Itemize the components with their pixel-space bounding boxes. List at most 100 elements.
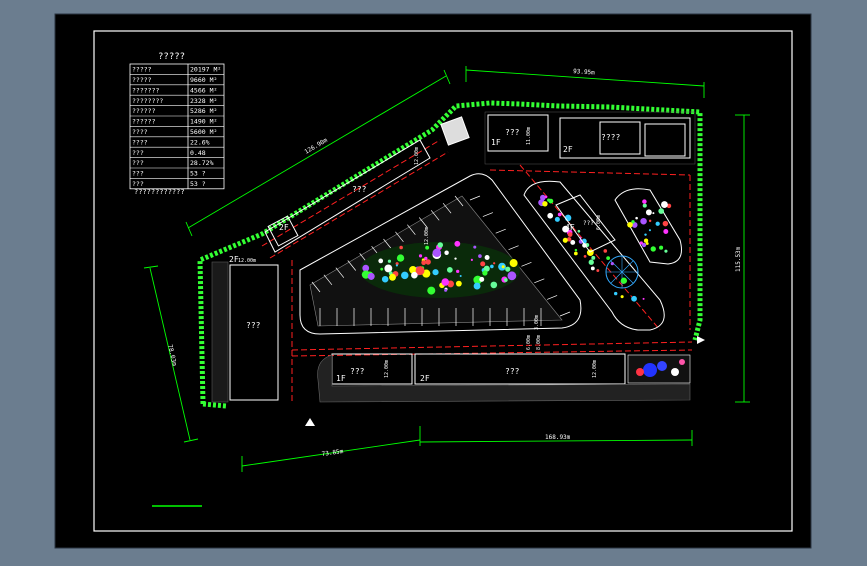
planting-dot <box>507 271 517 281</box>
planting-dot <box>620 277 628 284</box>
label-top2-name: ???? <box>601 133 620 142</box>
planting-dot <box>505 266 511 272</box>
dim-top: 93.95m <box>573 68 595 76</box>
planting-dot <box>644 233 647 236</box>
label-south2-width: 12.00m <box>592 360 598 378</box>
planting-dot <box>473 282 481 290</box>
planting-dot <box>396 254 405 262</box>
planting-dot <box>432 248 442 258</box>
planting-dot <box>389 273 396 281</box>
planting-dot <box>573 251 578 256</box>
planting-dot <box>627 221 633 228</box>
planting-dot <box>661 201 668 209</box>
planting-dot <box>542 201 548 207</box>
planting-dot <box>557 212 562 217</box>
table-cell-label: ??????? <box>132 86 159 94</box>
planting-dot <box>642 199 647 204</box>
planting-dot <box>427 286 436 295</box>
planting-dot <box>444 250 449 255</box>
road-label-1: 6.00m <box>526 335 532 350</box>
planting-dot <box>444 288 448 292</box>
table-cell-value: 5286 M² <box>190 107 217 115</box>
table-title: ????? <box>158 52 185 62</box>
label-south1-floors: 1F <box>336 374 346 383</box>
planting-dot <box>583 255 587 258</box>
label-south1-name: ??? <box>350 367 365 376</box>
label-south2-floors: 2F <box>420 374 430 383</box>
road-label-5: 6.00m <box>596 215 602 230</box>
planting-dot <box>421 260 427 266</box>
planting-dot <box>645 209 652 216</box>
planting-dot <box>367 272 375 280</box>
planting-dot <box>411 271 418 279</box>
planting-dot <box>639 241 643 245</box>
label-top1-name: ??? <box>505 128 520 137</box>
planting-dot <box>659 245 664 250</box>
planting-dot <box>381 275 389 283</box>
label-west-width: 12.00m <box>238 258 256 264</box>
planting-dot <box>441 278 450 286</box>
planting-dot <box>490 281 498 289</box>
table-cell-value: 0.48 <box>190 149 206 157</box>
label-top1-width: 11.00m <box>526 127 532 145</box>
planting-dot <box>384 264 393 273</box>
label-diag-name: ??? <box>352 185 367 194</box>
planting-dot <box>437 242 444 248</box>
planting-dot <box>577 229 581 233</box>
planting-dot <box>399 245 403 250</box>
road-label-3: 3.00m <box>534 315 540 330</box>
planting-dot <box>591 255 596 260</box>
table-cell-value: 53 ? <box>190 170 206 178</box>
dim-east: 115.53m <box>735 246 742 272</box>
table-cell-label: ???????? <box>132 97 163 105</box>
table-cell-value: 53 ? <box>190 180 206 188</box>
planting-dot <box>378 258 384 264</box>
planting-dot <box>642 297 645 300</box>
table-cell-label: ?????? <box>132 107 156 115</box>
planting-dot <box>547 198 551 202</box>
table-cell-label: ??? <box>132 180 144 188</box>
planting-dot <box>387 259 392 263</box>
planting-dot <box>606 256 611 261</box>
planting-dot <box>588 259 594 265</box>
table-cell-value: 4566 M² <box>190 86 217 94</box>
table-cell-value: 1490 M² <box>190 118 217 126</box>
planting-dot <box>648 229 651 232</box>
label-center-name: ??? <box>583 220 594 227</box>
table-cell-value: 20197 M² <box>190 66 221 74</box>
table-cell-label: ???? <box>132 128 148 136</box>
planting-dot <box>642 203 647 208</box>
table-cell-value: 5600 M² <box>190 128 217 136</box>
planting-dot <box>655 221 660 226</box>
table-cell-label: ???? <box>132 138 148 146</box>
planting-dot <box>456 269 460 274</box>
planting-dot <box>380 267 384 271</box>
planting-dot <box>570 240 576 245</box>
planting-dot <box>459 274 462 277</box>
cad-window: ????? ????? 20197 M²????? 9660 M²??????? 45… <box>0 0 867 562</box>
table-cell-label: ?????? <box>132 118 156 126</box>
label-center-floors: 4F <box>565 223 575 232</box>
planting-dot <box>658 208 665 214</box>
planting-dot <box>574 248 578 252</box>
planting-dot <box>484 255 490 260</box>
planting-dot <box>547 212 554 219</box>
label-diag-width: 12.00m <box>414 147 420 165</box>
planting-dot <box>567 232 573 237</box>
planting-dot <box>501 265 505 269</box>
planting-dot <box>493 262 496 265</box>
planting-dot <box>478 254 482 258</box>
planting-dot <box>446 266 453 273</box>
planting-dot <box>482 270 488 276</box>
table-cell-label: ????? <box>132 76 152 84</box>
label-top1-floors: 1F <box>491 138 501 147</box>
dim-bottom-right: 168.93m <box>545 434 571 441</box>
table-cell-label: ??? <box>132 159 144 167</box>
planting-dot <box>662 220 669 227</box>
label-west-name: ??? <box>246 321 261 330</box>
road-label-2: 8.00m <box>536 335 542 350</box>
table-note: ???????????? <box>134 188 185 196</box>
table-cell-value: 2328 M² <box>190 97 217 105</box>
label-top2-floors: 2F <box>563 145 573 154</box>
planting-dot <box>480 261 486 267</box>
